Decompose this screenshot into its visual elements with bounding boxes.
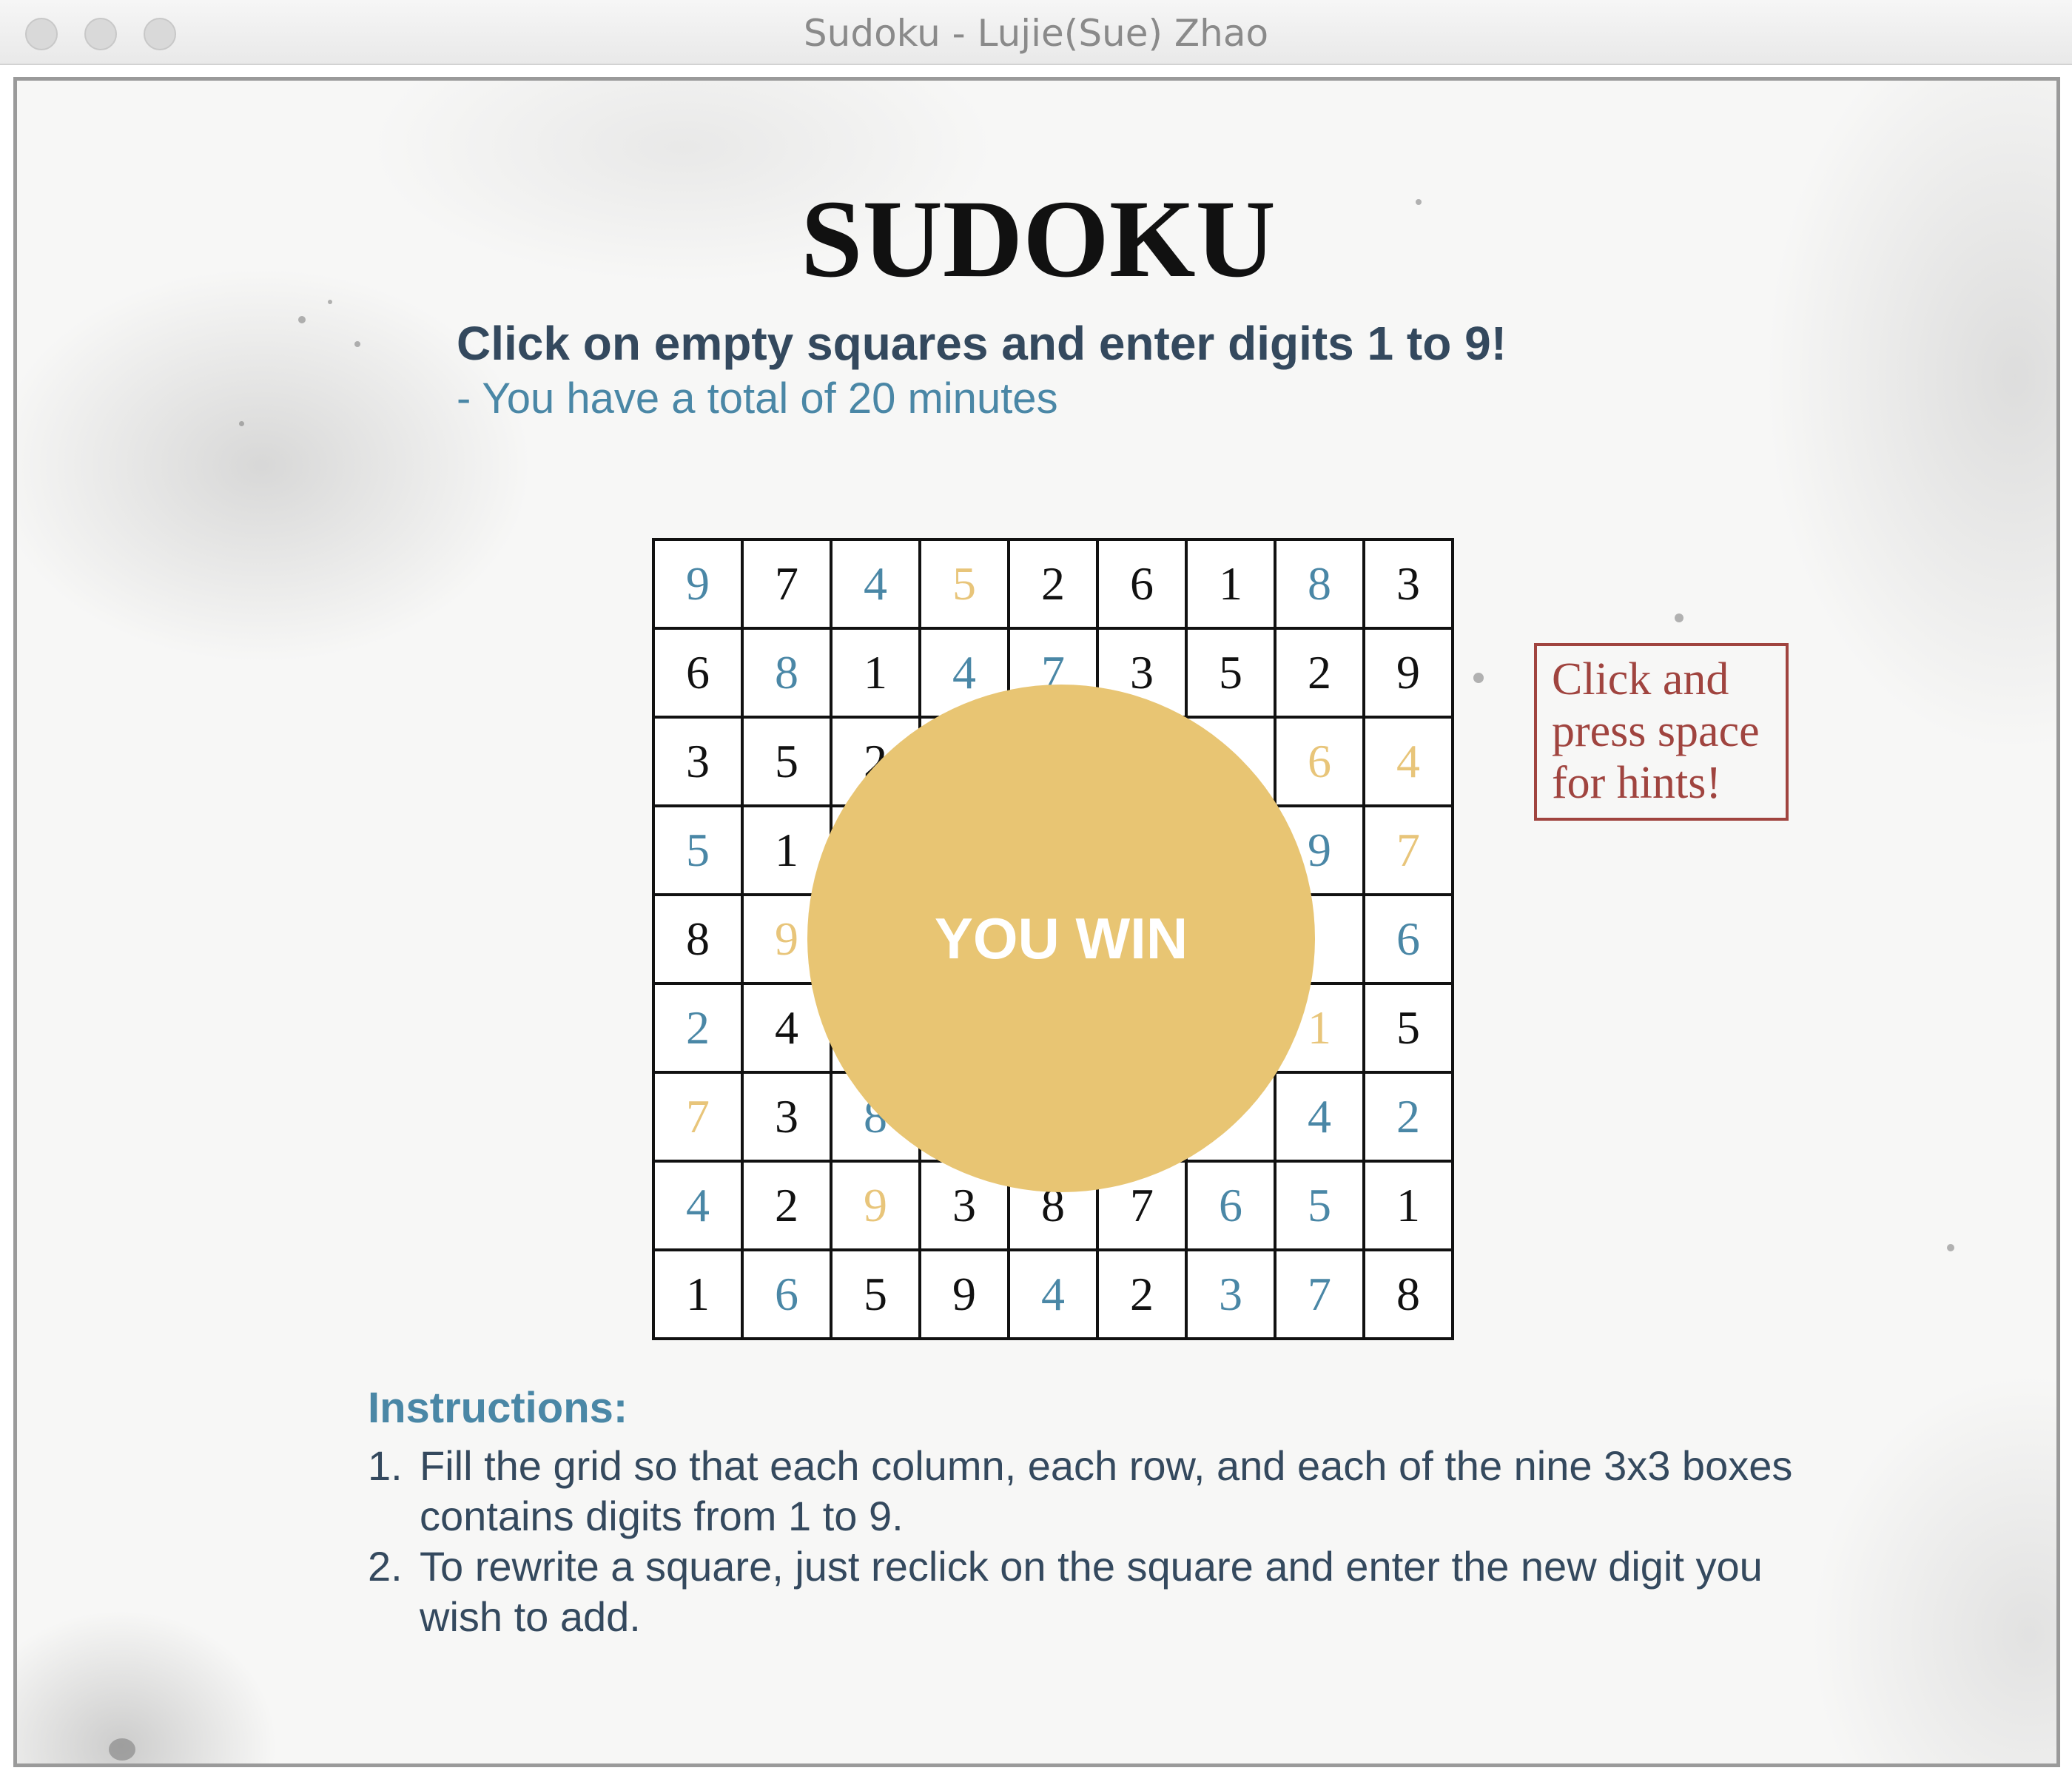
board-cell[interactable]: 5 (918, 538, 1010, 630)
board-cell[interactable]: 2 (1362, 1071, 1454, 1163)
board-cell[interactable]: 1 (830, 627, 921, 719)
board-cell[interactable]: 5 (1362, 982, 1454, 1074)
board-cell[interactable]: 6 (741, 1248, 832, 1340)
game-canvas: SUDOKU Click on empty squares and enter … (13, 77, 2060, 1767)
paper-speck (1675, 613, 1684, 622)
instruction-text: To rewrite a square, just reclick on the… (420, 1543, 1763, 1640)
board-cell[interactable]: 4 (1362, 716, 1454, 807)
instruction-number: 1. (368, 1442, 403, 1489)
board-row: 974526183 (652, 538, 1454, 630)
board-cell[interactable]: 2 (652, 982, 744, 1074)
board-cell[interactable]: 6 (1185, 1160, 1276, 1251)
board-cell[interactable]: 1 (1362, 1160, 1454, 1251)
board-cell[interactable]: 4 (652, 1160, 744, 1251)
paper-speck (239, 421, 244, 426)
board-cell[interactable]: 1 (652, 1248, 744, 1340)
board-cell[interactable]: 9 (1362, 627, 1454, 719)
board-cell[interactable]: 5 (830, 1248, 921, 1340)
board-cell[interactable]: 8 (1362, 1248, 1454, 1340)
board-cell[interactable]: 9 (830, 1160, 921, 1251)
board-cell[interactable]: 5 (1185, 627, 1276, 719)
time-limit-note: - You have a total of 20 minutes (457, 374, 1058, 423)
board-cell[interactable]: 6 (1274, 716, 1365, 807)
board-cell[interactable]: 6 (1362, 893, 1454, 985)
window-title: Sudoku - Lujie(Sue) Zhao (803, 12, 1269, 55)
paper-speck (1473, 673, 1484, 683)
board-cell[interactable]: 4 (830, 538, 921, 630)
board-cell[interactable]: 9 (918, 1248, 1010, 1340)
board-cell[interactable]: 4 (1007, 1248, 1099, 1340)
instructions-list: 1. Fill the grid so that each column, ea… (368, 1441, 1818, 1642)
board-cell[interactable]: 8 (741, 627, 832, 719)
hint-box[interactable]: Click and press space for hints! (1534, 643, 1789, 821)
board-cell[interactable]: 7 (741, 538, 832, 630)
instructions-heading: Instructions: (368, 1384, 628, 1432)
board-cell[interactable]: 7 (1362, 804, 1454, 896)
board-cell[interactable]: 8 (652, 893, 744, 985)
paper-speck (298, 316, 306, 323)
board-cell[interactable]: 6 (1096, 538, 1188, 630)
board-cell[interactable]: 5 (741, 716, 832, 807)
board-cell[interactable]: 8 (1274, 538, 1365, 630)
board-cell[interactable]: 3 (1185, 1248, 1276, 1340)
board-cell[interactable]: 7 (652, 1071, 744, 1163)
board-cell[interactable]: 5 (1274, 1160, 1365, 1251)
subtitle: Click on empty squares and enter digits … (457, 317, 1507, 370)
board-cell[interactable]: 3 (652, 716, 744, 807)
instruction-item: 2. To rewrite a square, just reclick on … (368, 1541, 1818, 1642)
instruction-text: Fill the grid so that each column, each … (420, 1442, 1793, 1539)
window-titlebar: Sudoku - Lujie(Sue) Zhao (0, 0, 2072, 65)
paper-speck (354, 341, 360, 347)
board-cell[interactable]: 5 (652, 804, 744, 896)
board-cell[interactable]: 6 (652, 627, 744, 719)
board-cell[interactable]: 2 (741, 1160, 832, 1251)
board-cell[interactable]: 9 (652, 538, 744, 630)
board-cell[interactable]: 3 (1362, 538, 1454, 630)
board-cell[interactable]: 2 (1007, 538, 1099, 630)
board-cell[interactable]: 3 (741, 1071, 832, 1163)
board-cell[interactable]: 4 (1274, 1071, 1365, 1163)
board-row: 165942378 (652, 1248, 1454, 1340)
instruction-item: 1. Fill the grid so that each column, ea… (368, 1441, 1818, 1541)
board-cell[interactable]: 7 (1274, 1248, 1365, 1340)
board-cell[interactable]: 2 (1274, 627, 1365, 719)
paper-speck (1947, 1244, 1954, 1251)
page-title: SUDOKU (801, 178, 1276, 300)
paper-speck (109, 1738, 135, 1761)
board-cell[interactable]: 2 (1096, 1248, 1188, 1340)
instruction-number: 2. (368, 1543, 403, 1590)
you-win-badge: YOU WIN (807, 685, 1315, 1192)
board-cell[interactable]: 1 (1185, 538, 1276, 630)
